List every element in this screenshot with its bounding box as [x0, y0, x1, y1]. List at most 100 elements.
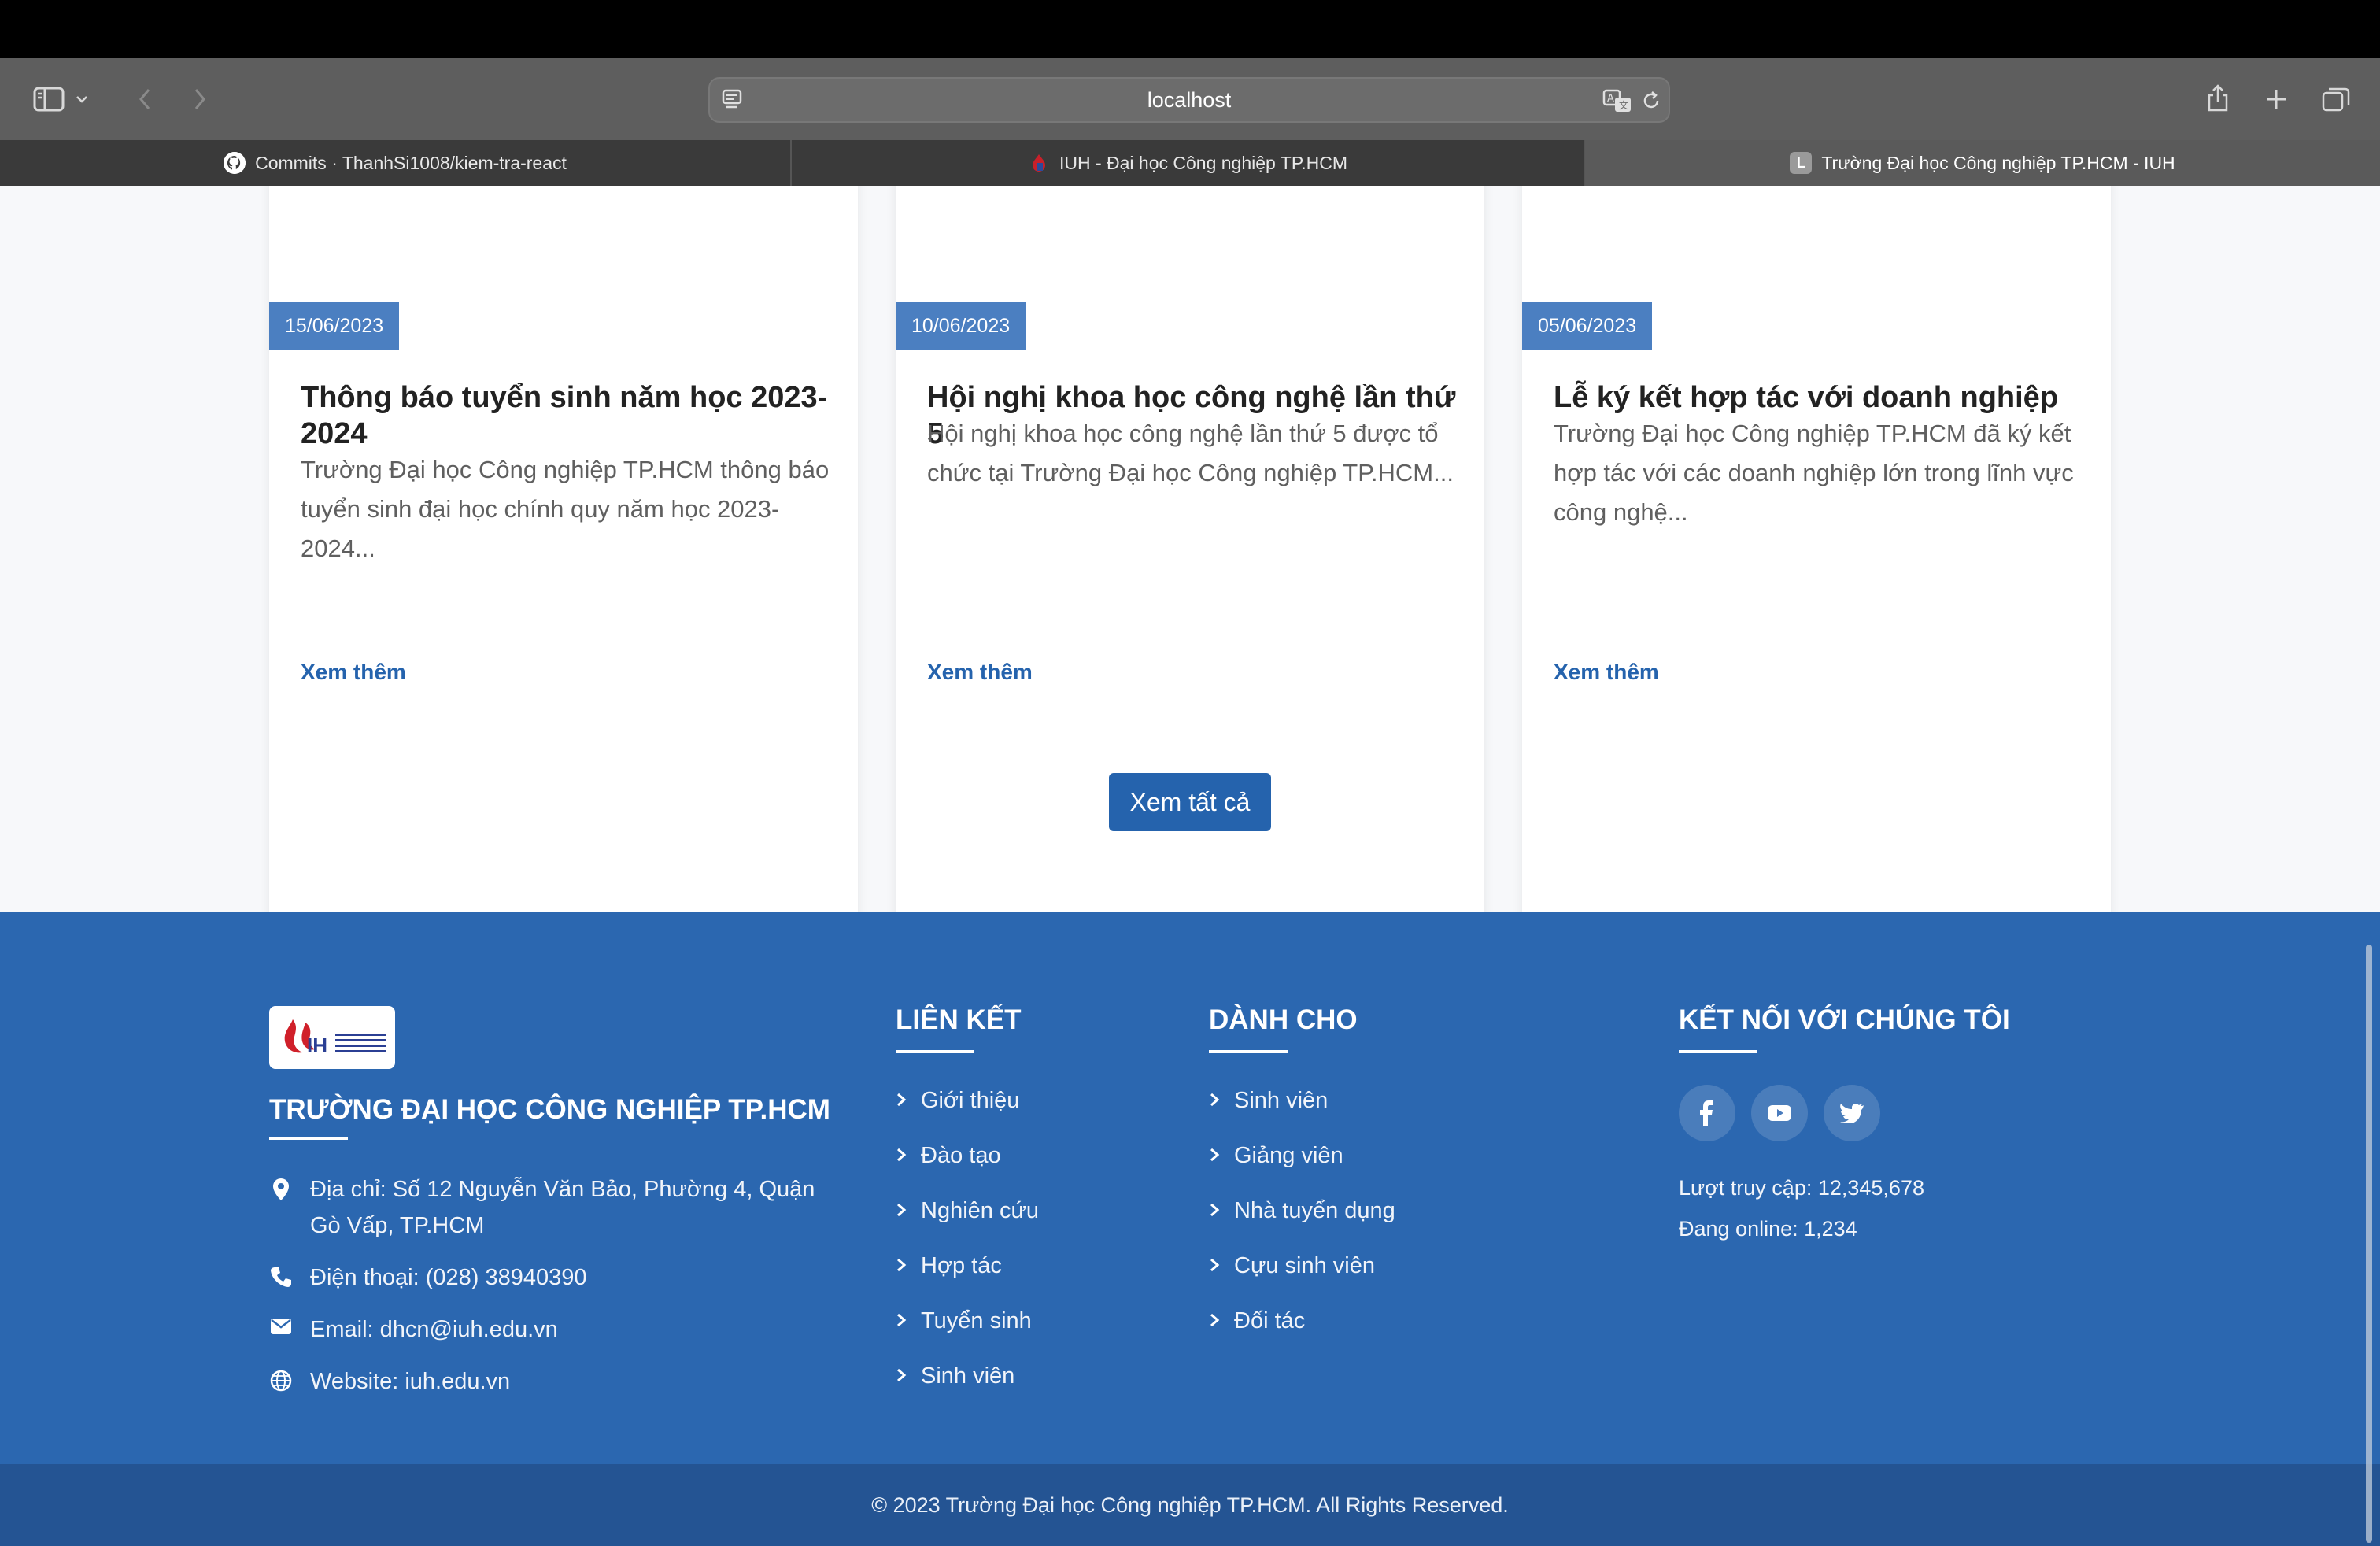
tab-overview-icon[interactable] — [2317, 80, 2355, 118]
link-label: Đào tạo — [921, 1143, 1001, 1168]
chevron-right-icon — [1209, 1198, 1220, 1224]
footer-link-hop-tac[interactable]: Hợp tác — [896, 1253, 1002, 1279]
school-name: TRƯỜNG ĐẠI HỌC CÔNG NGHIỆP TP.HCM — [269, 1094, 830, 1125]
address-bar[interactable]: localhost A文 — [708, 77, 1670, 123]
github-icon — [224, 152, 246, 174]
chevron-right-icon — [896, 1253, 907, 1279]
translate-icon[interactable]: A文 — [1602, 88, 1632, 117]
youtube-icon[interactable] — [1751, 1085, 1808, 1141]
link-label: Giảng viên — [1234, 1143, 1343, 1168]
reload-icon[interactable] — [1640, 90, 1662, 116]
address-text: Địa chỉ: Số 12 Nguyễn Văn Bảo, Phường 4,… — [310, 1177, 815, 1238]
website-row: Website: iuh.edu.vn — [269, 1363, 510, 1400]
menu-bar-area — [0, 0, 2380, 58]
address-row: Địa chỉ: Số 12 Nguyễn Văn Bảo, Phường 4,… — [269, 1171, 836, 1244]
link-label: Sinh viên — [921, 1363, 1015, 1389]
read-more-link[interactable]: Xem thêm — [927, 660, 1033, 685]
chevron-right-icon — [896, 1308, 907, 1334]
chevron-right-icon — [896, 1143, 907, 1169]
chevron-right-icon — [1209, 1253, 1220, 1279]
date-badge: 10/06/2023 — [896, 302, 1026, 350]
news-title[interactable]: Lễ ký kết hợp tác với doanh nghiệp — [1554, 379, 2082, 416]
connect-heading: KẾT NỐI VỚI CHÚNG TÔI — [1679, 1004, 2010, 1035]
link-label: Sinh viên — [1234, 1088, 1329, 1113]
map-pin-icon — [269, 1171, 293, 1244]
tab-favicon-icon: L — [1790, 152, 1813, 174]
facebook-icon[interactable] — [1679, 1085, 1735, 1141]
tab-label: IUH - Đại học Công nghiệp TP.HCM — [1059, 152, 1348, 173]
footer-link-partners[interactable]: Đối tác — [1209, 1308, 1305, 1334]
browser-toolbar: localhost A文 — [0, 58, 2380, 140]
footer-link-alumni[interactable]: Cựu sinh viên — [1209, 1253, 1375, 1279]
email-row: Email: dhcn@iuh.edu.vn — [269, 1311, 558, 1348]
email-text[interactable]: Email: dhcn@iuh.edu.vn — [310, 1311, 558, 1348]
new-tab-icon[interactable] — [2257, 80, 2295, 118]
news-excerpt: Trường Đại học Công nghiệp TP.HCM đã ký … — [1554, 420, 2074, 526]
footer-link-tuyen-sinh[interactable]: Tuyển sinh — [896, 1308, 1032, 1334]
chevron-right-icon — [1209, 1088, 1220, 1114]
link-label: Giới thiệu — [921, 1088, 1020, 1113]
copyright-bar: © 2023 Trường Đại học Công nghiệp TP.HCM… — [0, 1464, 2380, 1546]
footer-link-employers[interactable]: Nhà tuyển dụng — [1209, 1198, 1395, 1224]
tab-bar: Commits · ThanhSi1008/kiem-tra-react IUH… — [0, 140, 2380, 186]
footer-link-lecturers[interactable]: Giảng viên — [1209, 1143, 1343, 1169]
svg-text:IH: IH — [307, 1034, 327, 1057]
phone-row: Điện thoại: (028) 38940390 — [269, 1259, 586, 1296]
sidebar-toggle-icon[interactable] — [30, 80, 68, 118]
globe-icon — [269, 1363, 293, 1400]
envelope-icon — [269, 1311, 293, 1348]
title-underline — [269, 1137, 348, 1140]
title-underline — [896, 1050, 974, 1053]
footer-link-nghien-cuu[interactable]: Nghiên cứu — [896, 1198, 1039, 1224]
svg-text:文: 文 — [1619, 99, 1628, 111]
twitter-icon[interactable] — [1824, 1085, 1880, 1141]
visit-counter: Lượt truy cập: 12,345,678 — [1679, 1176, 1924, 1200]
tab-iuh[interactable]: IUH - Đại học Công nghiệp TP.HCM — [792, 140, 1585, 186]
link-label: Nghiên cứu — [921, 1198, 1039, 1223]
footer-link-students[interactable]: Sinh viên — [1209, 1088, 1328, 1114]
date-badge: 15/06/2023 — [269, 302, 400, 350]
address-text: localhost — [1147, 88, 1232, 112]
share-icon[interactable] — [2199, 79, 2237, 117]
footer-link-gioi-thieu[interactable]: Giới thiệu — [896, 1088, 1019, 1114]
date-badge: 05/06/2023 — [1522, 302, 1653, 350]
back-icon[interactable] — [126, 80, 164, 118]
chevron-right-icon — [1209, 1143, 1220, 1169]
news-card: 05/06/2023 Lễ ký kết hợp tác với doanh n… — [1522, 186, 2111, 927]
news-title[interactable]: Thông báo tuyển sinh năm học 2023-2024 — [301, 379, 830, 452]
phone-icon — [269, 1259, 293, 1296]
site-footer: IH TRƯỜNG ĐẠI HỌC CÔNG NGHIỆP TP.HCM Địa… — [0, 912, 2380, 1464]
tab-label: Commits · ThanhSi1008/kiem-tra-react — [255, 152, 567, 173]
footer-link-sinh-vien[interactable]: Sinh viên — [896, 1363, 1014, 1389]
chevron-right-icon — [896, 1088, 907, 1114]
audience-heading: DÀNH CHO — [1209, 1004, 1358, 1035]
page-scrollbar[interactable] — [2366, 945, 2372, 1543]
svg-text:A: A — [1607, 93, 1614, 105]
tab-label: Trường Đại học Công nghiệp TP.HCM - IUH — [1821, 152, 2175, 173]
online-counter: Đang online: 1,234 — [1679, 1217, 1857, 1241]
link-label: Cựu sinh viên — [1234, 1253, 1375, 1278]
news-card: 15/06/2023 Thông báo tuyển sinh năm học … — [269, 186, 858, 927]
read-more-link[interactable]: Xem thêm — [301, 660, 406, 685]
title-underline — [1209, 1050, 1288, 1053]
link-label: Tuyển sinh — [921, 1308, 1032, 1333]
chevron-right-icon — [1209, 1308, 1220, 1334]
news-excerpt: Hội nghị khoa học công nghệ lần thứ 5 đư… — [927, 420, 1454, 486]
link-label: Nhà tuyển dụng — [1234, 1198, 1395, 1223]
read-more-link[interactable]: Xem thêm — [1554, 660, 1659, 685]
title-underline — [1679, 1050, 1757, 1053]
chevron-right-icon — [896, 1198, 907, 1224]
website-text[interactable]: Website: iuh.edu.vn — [310, 1363, 510, 1400]
tab-github[interactable]: Commits · ThanhSi1008/kiem-tra-react — [0, 140, 792, 186]
iuh-logo[interactable]: IH — [269, 1006, 395, 1069]
chevron-right-icon — [896, 1363, 907, 1389]
view-all-button[interactable]: Xem tất cả — [1109, 773, 1271, 831]
forward-icon[interactable] — [181, 80, 219, 118]
link-label: Hợp tác — [921, 1253, 1002, 1278]
news-excerpt: Trường Đại học Công nghiệp TP.HCM thông … — [301, 456, 830, 562]
tab-iuh-local[interactable]: L Trường Đại học Công nghiệp TP.HCM - IU… — [1585, 140, 2380, 186]
footer-link-dao-tao[interactable]: Đào tạo — [896, 1143, 1001, 1169]
phone-text: Điện thoại: (028) 38940390 — [310, 1265, 587, 1290]
link-label: Đối tác — [1234, 1308, 1306, 1333]
chevron-down-icon[interactable] — [72, 80, 91, 118]
